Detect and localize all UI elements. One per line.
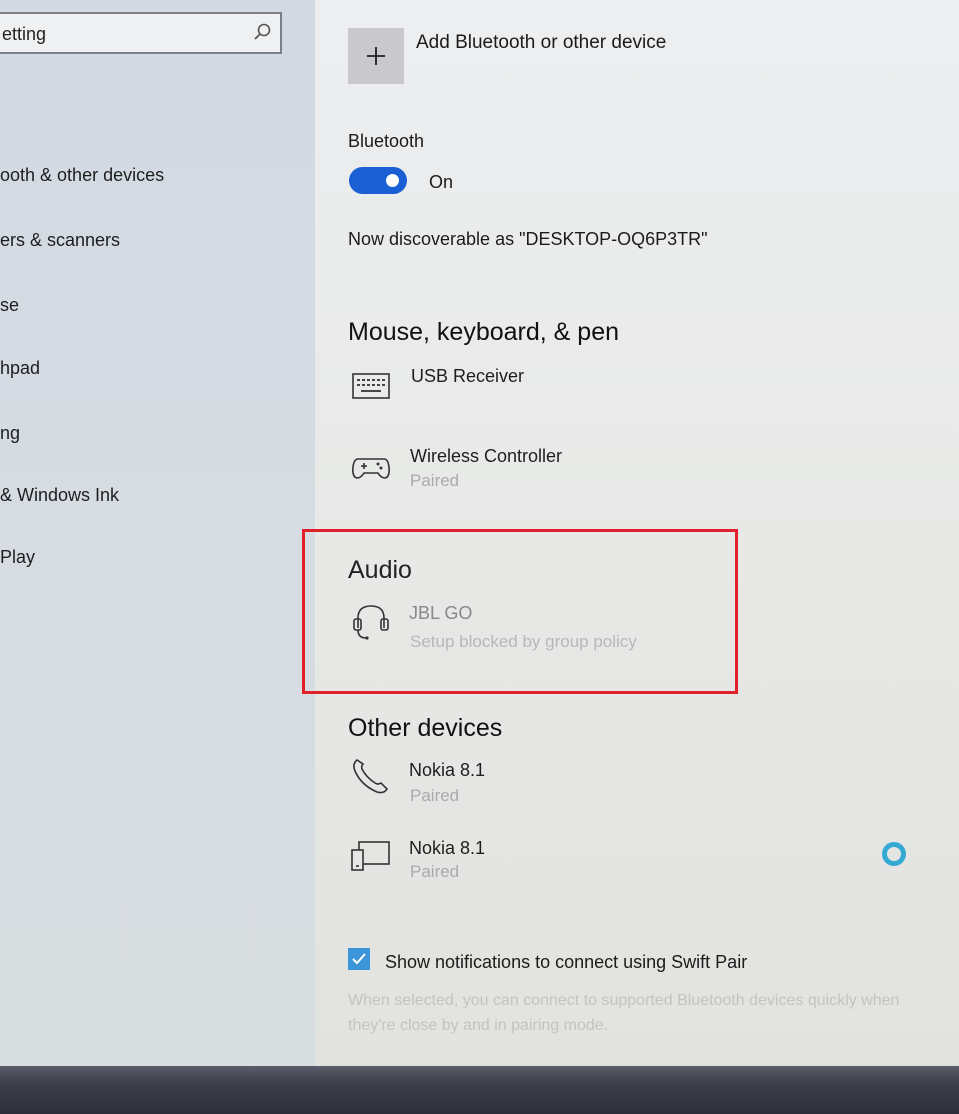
- sidebar-item-touchpad[interactable]: hpad: [0, 358, 40, 379]
- device-status: Paired: [410, 862, 460, 881]
- swift-pair-description: When selected, you can connect to suppor…: [348, 992, 900, 1034]
- search-input[interactable]: [2, 22, 242, 46]
- add-device-label[interactable]: Add Bluetooth or other device: [416, 32, 666, 54]
- device-status: Paired: [410, 471, 460, 490]
- swift-pair-label[interactable]: Show notifications to connect using Swif…: [385, 952, 747, 973]
- section-title-other: Other devices: [348, 714, 503, 742]
- device-name[interactable]: Wireless Controller: [410, 446, 562, 467]
- sidebar-item-bluetooth[interactable]: ooth & other devices: [0, 165, 164, 186]
- checkmark-icon: [352, 953, 366, 965]
- plus-icon: [367, 47, 385, 65]
- swift-pair-checkbox[interactable]: [348, 948, 370, 970]
- device-status: Paired: [410, 786, 460, 805]
- bluetooth-heading: Bluetooth: [348, 131, 425, 151]
- device-name[interactable]: USB Receiver: [411, 366, 524, 387]
- device-icon: [351, 841, 390, 871]
- search-box[interactable]: [0, 12, 282, 54]
- add-device-button[interactable]: [348, 28, 404, 84]
- toggle-knob: [386, 174, 399, 187]
- sidebar-item-autoplay[interactable]: Play: [0, 547, 35, 568]
- bluetooth-toggle[interactable]: [349, 167, 407, 194]
- sidebar-item-pen[interactable]: & Windows Ink: [0, 485, 119, 506]
- discoverable-text: Now discoverable as "DESKTOP-OQ6P3TR": [348, 229, 708, 249]
- search-icon[interactable]: [252, 22, 272, 42]
- phone-icon: [353, 759, 389, 794]
- loading-spinner-icon: [882, 842, 906, 866]
- monitor-bezel: [0, 1066, 959, 1114]
- sidebar: ooth & other devices ers & scanners se h…: [0, 0, 315, 1066]
- gamepad-icon: [352, 458, 390, 479]
- bluetooth-state-label: On: [429, 172, 454, 192]
- keyboard-icon: [352, 373, 390, 399]
- settings-window: ooth & other devices ers & scanners se h…: [0, 0, 959, 1066]
- device-name[interactable]: Nokia 8.1: [409, 838, 485, 859]
- sidebar-item-typing[interactable]: ng: [0, 423, 20, 444]
- device-name[interactable]: Nokia 8.1: [409, 760, 485, 781]
- annotation-highlight-box: [302, 529, 738, 694]
- sidebar-item-printers[interactable]: ers & scanners: [0, 230, 120, 251]
- sidebar-item-mouse[interactable]: se: [0, 295, 19, 316]
- section-title-mouse: Mouse, keyboard, & pen: [348, 318, 619, 346]
